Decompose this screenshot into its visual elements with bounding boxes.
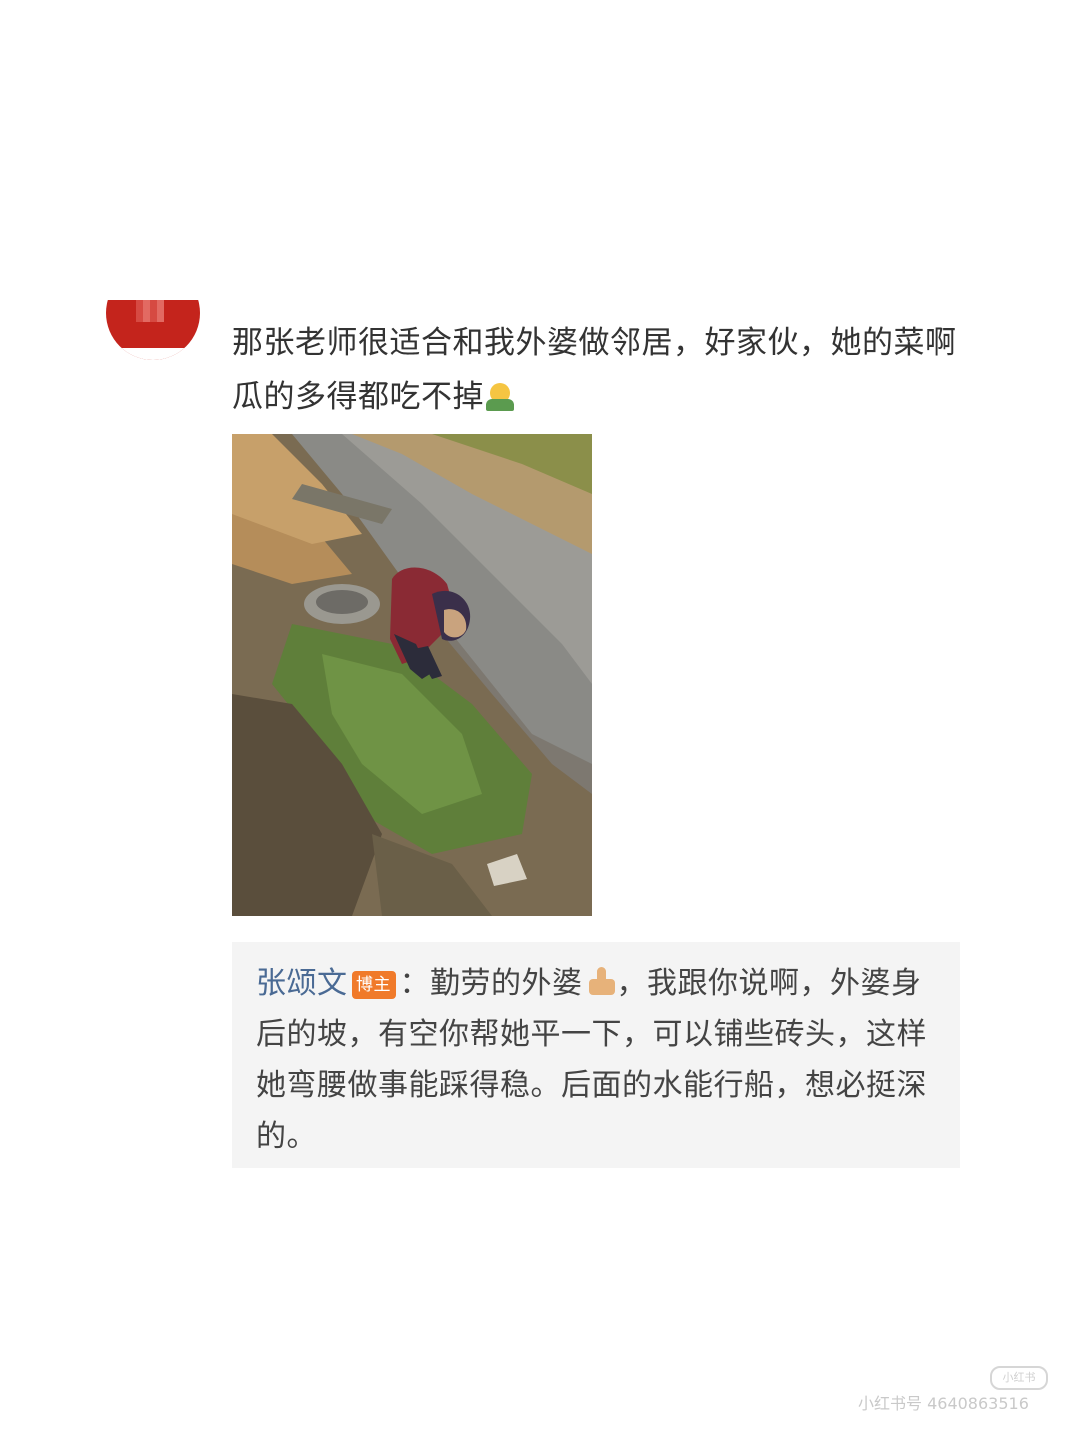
reply-text: 张颂文 博主 ：勤劳的外婆 ，我跟你说啊，外婆身后的坡，有空你帮她平一下，可以铺些砖头… bbox=[256, 966, 927, 1154]
comment-text: 那张老师很适合和我外婆做邻居，好家伙，她的菜啊瓜的多得都吃不掉 bbox=[232, 325, 957, 415]
photo-image bbox=[232, 434, 592, 916]
blogger-reply: 张颂文 博主 ：勤劳的外婆 ，我跟你说啊，外婆身后的坡，有空你帮她平一下，可以铺些砖头… bbox=[232, 942, 960, 1168]
watermark-logo: 小红书 bbox=[990, 1366, 1048, 1390]
reply-author-name[interactable]: 张颂文 bbox=[256, 966, 348, 1001]
pixelated-mosaic bbox=[136, 300, 164, 322]
blogger-badge: 博主 bbox=[351, 971, 396, 999]
avatar-image bbox=[106, 300, 200, 360]
farmer-emoji-icon bbox=[484, 381, 516, 413]
watermark-text: 小红书号 4640863516 bbox=[858, 1394, 1029, 1413]
avatar[interactable] bbox=[106, 300, 200, 360]
comment-photo[interactable] bbox=[232, 434, 592, 916]
thumbs-up-icon bbox=[583, 967, 617, 997]
